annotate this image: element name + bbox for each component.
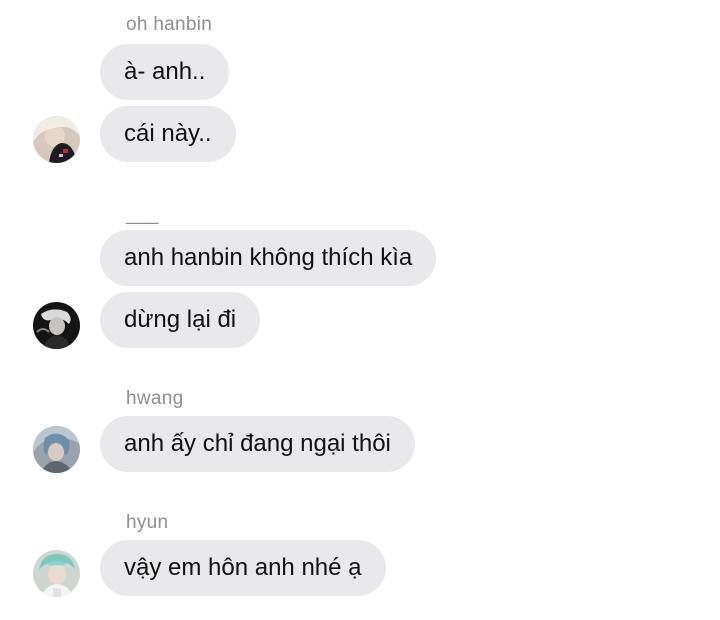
message-bubble[interactable]: vậy em hôn anh nhé ạ <box>100 540 386 596</box>
avatar-blonde-dark-jacket-icon <box>33 116 80 163</box>
sender-name: oh hanbin <box>126 14 213 35</box>
sender-name: ___ <box>126 204 159 225</box>
message-bubble[interactable]: anh ấy chỉ đang ngại thôi <box>100 416 415 472</box>
message-bubble[interactable]: cái này.. <box>100 106 236 162</box>
avatar-silver-hair-dark-icon <box>33 302 80 349</box>
avatar-teal-hair-icon <box>33 550 80 597</box>
message-bubble[interactable]: anh hanbin không thích kìa <box>100 230 437 286</box>
avatar[interactable] <box>33 302 80 349</box>
message-bubble[interactable]: dừng lại đi <box>100 292 261 348</box>
message-bubble[interactable]: à- anh.. <box>100 44 230 100</box>
avatar[interactable] <box>33 116 80 163</box>
avatar[interactable] <box>33 550 80 597</box>
sender-name: hyun <box>126 512 169 533</box>
avatar[interactable] <box>33 426 80 473</box>
sender-name: hwang <box>126 388 184 409</box>
avatar-blue-hair-icon <box>33 426 80 473</box>
chat-thread: oh hanbin à- anh.. cái này.. ___ anh han… <box>0 0 720 620</box>
